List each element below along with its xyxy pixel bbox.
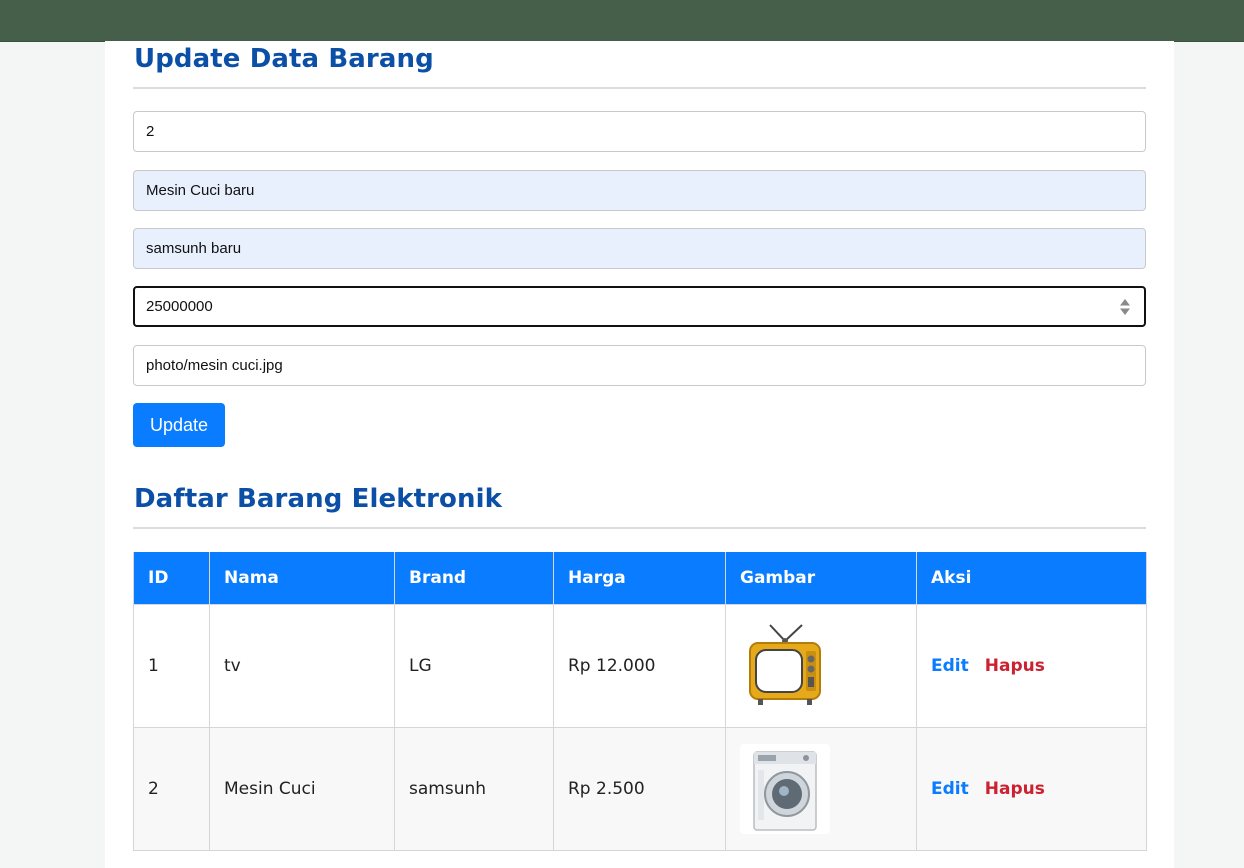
header-brand: Brand <box>394 552 554 605</box>
header-harga: Harga <box>553 552 726 605</box>
header-id: ID <box>133 552 210 605</box>
form-title: Update Data Barang <box>134 44 434 74</box>
title-divider <box>133 87 1146 89</box>
washing-machine-image <box>740 744 830 834</box>
retro-tv-image <box>749 624 821 705</box>
items-table: ID Nama Brand Harga Gambar Aksi 1 tv LG … <box>133 552 1147 851</box>
table-row: 1 tv LG Rp 12.000 Edit Hapus <box>133 604 1147 728</box>
cell-aksi: Edit Hapus <box>916 604 1147 728</box>
cell-id: 1 <box>133 604 210 728</box>
cell-nama: Mesin Cuci <box>209 727 395 851</box>
edit-link[interactable]: Edit <box>931 779 969 799</box>
cell-id: 2 <box>133 727 210 851</box>
cell-aksi: Edit Hapus <box>916 727 1147 851</box>
cell-brand: samsunh <box>394 727 554 851</box>
cell-harga: Rp 12.000 <box>553 604 726 728</box>
hapus-link[interactable]: Hapus <box>985 656 1045 676</box>
harga-value: 25000000 <box>146 298 213 315</box>
table-row: 2 Mesin Cuci samsunh Rp 2.500 Edit Hapus <box>133 727 1147 851</box>
header-nama: Nama <box>209 552 395 605</box>
top-bar <box>0 0 1244 42</box>
list-divider <box>133 527 1146 529</box>
brand-input[interactable]: samsunh baru <box>133 228 1146 269</box>
update-button[interactable]: Update <box>133 403 225 447</box>
harga-input[interactable]: 25000000 <box>133 286 1146 327</box>
cell-nama: tv <box>209 604 395 728</box>
nama-input[interactable]: Mesin Cuci baru <box>133 170 1146 211</box>
table-header-row: ID Nama Brand Harga Gambar Aksi <box>133 552 1147 605</box>
list-title: Daftar Barang Elektronik <box>134 484 503 514</box>
number-spinner-icon[interactable] <box>1120 298 1130 316</box>
id-input[interactable]: 2 <box>133 111 1146 152</box>
main-card: Update Data Barang 2 Mesin Cuci baru sam… <box>105 41 1174 868</box>
header-aksi: Aksi <box>916 552 1147 605</box>
cell-gambar <box>725 604 917 728</box>
edit-link[interactable]: Edit <box>931 656 969 676</box>
cell-gambar <box>725 727 917 851</box>
gambar-input[interactable]: photo/mesin cuci.jpg <box>133 345 1146 386</box>
hapus-link[interactable]: Hapus <box>985 779 1045 799</box>
header-gambar: Gambar <box>725 552 917 605</box>
cell-harga: Rp 2.500 <box>553 727 726 851</box>
cell-brand: LG <box>394 604 554 728</box>
